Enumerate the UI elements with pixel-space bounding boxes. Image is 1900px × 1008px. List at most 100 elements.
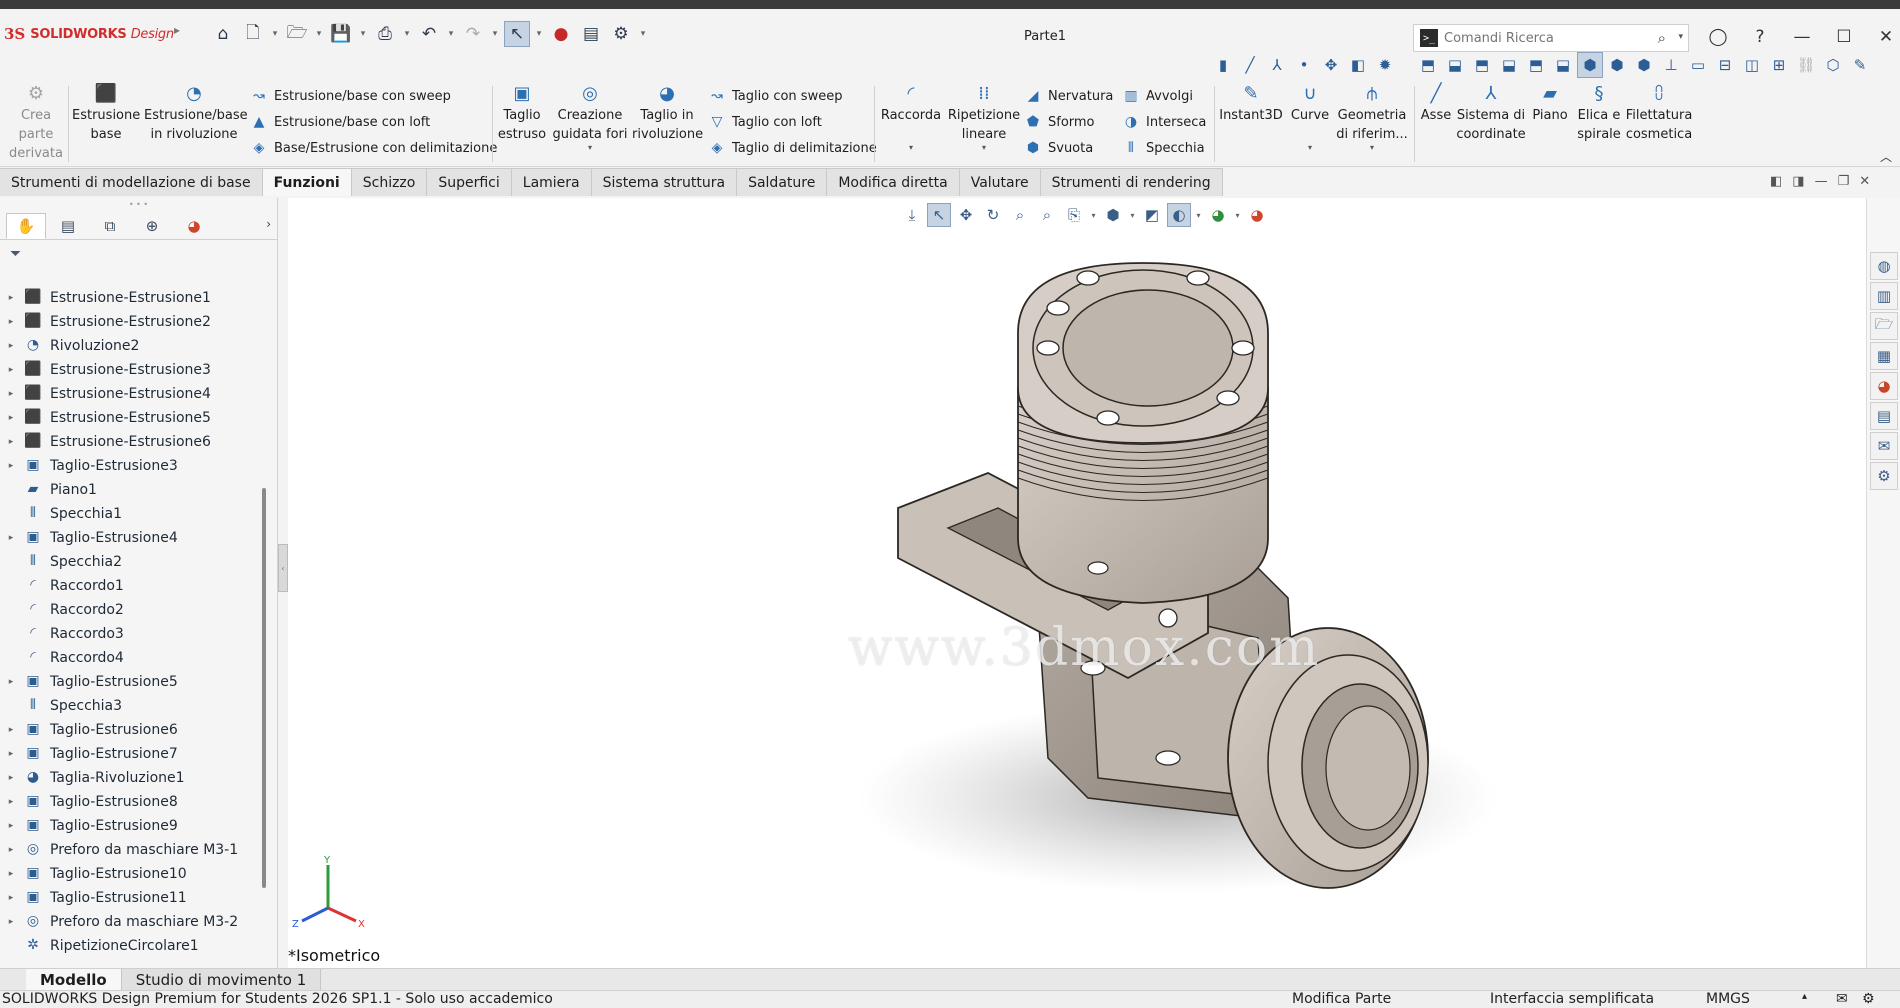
- filter-icon[interactable]: ⏷: [0, 240, 277, 268]
- tree-item[interactable]: ✲ RipetizioneCircolare1: [0, 934, 256, 958]
- view-isometric-icon[interactable]: ⬢: [1577, 52, 1603, 78]
- view-palette-icon[interactable]: ▦: [1870, 342, 1898, 370]
- tree-item[interactable]: ▸ ▣ Taglio-Estrusione3: [0, 454, 256, 478]
- expand-arrow-icon[interactable]: ▸: [0, 389, 22, 399]
- logo-menu-arrow-icon[interactable]: ▸: [174, 23, 180, 37]
- sketch-icon[interactable]: ▮: [1210, 52, 1236, 78]
- appearances-icon[interactable]: ◕: [1870, 372, 1898, 400]
- file-properties-icon[interactable]: ▤: [578, 21, 604, 47]
- raccorda-button[interactable]: ◜ Raccorda ▾: [878, 82, 944, 152]
- taglio-rivoluzione-button[interactable]: ◕ Taglio in rivoluzione: [632, 82, 703, 144]
- view-top-icon[interactable]: ⬒: [1523, 52, 1549, 78]
- add-ins-icon[interactable]: ⚙: [1870, 462, 1898, 490]
- sistema-coordinate-button[interactable]: ⅄ Sistema di coordinate: [1456, 82, 1526, 144]
- status-units[interactable]: MMGS: [1706, 991, 1750, 1007]
- customize-icon[interactable]: ✎: [1847, 52, 1873, 78]
- panel-more-icon[interactable]: ›: [266, 217, 271, 231]
- print-icon[interactable]: ⎙: [372, 21, 398, 47]
- display-style-dropdown-icon[interactable]: ▾: [1194, 203, 1203, 227]
- tab-strumenti-rendering[interactable]: Strumenti di rendering: [1040, 168, 1223, 196]
- command-search-box[interactable]: >_ ⌕ ▾: [1413, 24, 1689, 52]
- tree-item[interactable]: ▸ ▣ Taglio-Estrusione10: [0, 862, 256, 886]
- expand-arrow-icon[interactable]: ▸: [0, 869, 22, 879]
- specchia-button[interactable]: ⫴ Specchia: [1122, 137, 1205, 159]
- view-front-icon[interactable]: ⬒: [1415, 52, 1441, 78]
- view-orientation-icon[interactable]: ⬢: [1101, 203, 1125, 227]
- pan-icon[interactable]: ✥: [954, 203, 978, 227]
- view-trimetric-icon[interactable]: ⬢: [1604, 52, 1630, 78]
- minimize-icon[interactable]: —: [1784, 23, 1820, 51]
- zoom-area-icon[interactable]: ⌕: [1008, 203, 1032, 227]
- tab-lamiera[interactable]: Lamiera: [511, 168, 592, 196]
- appearance-dropdown-icon[interactable]: ▾: [1233, 203, 1242, 227]
- expand-arrow-icon[interactable]: ▸: [0, 437, 22, 447]
- estrusione-base-button[interactable]: ⬛ Estrusione base: [72, 82, 140, 144]
- property-manager-tab-icon[interactable]: ▤: [48, 213, 88, 239]
- bug-icon[interactable]: ✹: [1372, 52, 1398, 78]
- tree-item[interactable]: ⫴ Specchia3: [0, 694, 256, 718]
- search-icon[interactable]: ⌕: [1658, 29, 1666, 47]
- account-icon[interactable]: ◯: [1700, 23, 1736, 51]
- single-view-icon[interactable]: ▭: [1685, 52, 1711, 78]
- geometria-riferimento-button[interactable]: ⫛ Geometria di riferim... ▾: [1336, 82, 1408, 152]
- tree-item[interactable]: ▸ ▣ Taglio-Estrusione4: [0, 526, 256, 550]
- view-back-icon[interactable]: ⬓: [1442, 52, 1468, 78]
- dimxpert-manager-tab-icon[interactable]: ⊕: [132, 213, 172, 239]
- fillet-dropdown-icon[interactable]: ▾: [878, 144, 944, 152]
- expand-arrow-icon[interactable]: ▸: [0, 821, 22, 831]
- design-library-icon[interactable]: ▥: [1870, 282, 1898, 310]
- tab-studio-movimento[interactable]: Studio di movimento 1: [121, 969, 322, 991]
- filettatura-cosmetica-button[interactable]: ⩇ Filettatura cosmetica: [1624, 82, 1694, 144]
- instant3d-button[interactable]: ✎ Instant3D: [1218, 82, 1284, 125]
- tree-item[interactable]: ▸ ▣ Taglio-Estrusione8: [0, 790, 256, 814]
- rotate-icon[interactable]: ↻: [981, 203, 1005, 227]
- two-view-horizontal-icon[interactable]: ⊟: [1712, 52, 1738, 78]
- zoom-to-fit-icon[interactable]: ⤓: [900, 203, 924, 227]
- piano-button[interactable]: ▰ Piano: [1528, 82, 1572, 125]
- normal-to-icon[interactable]: ⊥: [1658, 52, 1684, 78]
- tree-item[interactable]: ▸ ▣ Taglio-Estrusione5: [0, 670, 256, 694]
- sformo-button[interactable]: ⬟ Sformo: [1024, 111, 1095, 133]
- nervatura-button[interactable]: ◢ Nervatura: [1024, 85, 1114, 107]
- undo-icon[interactable]: ↶: [416, 21, 442, 47]
- expand-arrow-icon[interactable]: ▸: [0, 797, 22, 807]
- maximize-icon[interactable]: ☐: [1826, 23, 1862, 51]
- view-bottom-icon[interactable]: ⬓: [1550, 52, 1576, 78]
- hole-wizard-dropdown-icon[interactable]: ▾: [552, 144, 628, 152]
- part-model-render[interactable]: [788, 238, 1508, 958]
- view-dimetric-icon[interactable]: ⬢: [1631, 52, 1657, 78]
- tree-item[interactable]: ◜ Raccordo1: [0, 574, 256, 598]
- curve-button[interactable]: ∪ Curve ▾: [1286, 82, 1334, 152]
- file-explorer-icon[interactable]: 🗁: [1870, 312, 1898, 340]
- tab-valutare[interactable]: Valutare: [959, 168, 1041, 196]
- home-icon[interactable]: ⌂: [210, 21, 236, 47]
- open-folder-icon[interactable]: 🗁: [284, 21, 310, 47]
- linear-pattern-dropdown-icon[interactable]: ▾: [946, 144, 1022, 152]
- status-units-arrow-icon[interactable]: ▴: [1802, 991, 1807, 1002]
- doc-restore-icon[interactable]: ❐: [1838, 174, 1850, 189]
- status-chat-icon[interactable]: ✉: [1836, 991, 1848, 1007]
- status-options-icon[interactable]: ⚙: [1862, 991, 1875, 1007]
- taglio-delimitazione-button[interactable]: ◈ Taglio di delimitazione: [708, 137, 877, 159]
- view-selector-icon[interactable]: ⬡: [1820, 52, 1846, 78]
- feature-manager-tab-icon[interactable]: ✋: [6, 212, 46, 239]
- tree-item[interactable]: ▸ ◎ Preforo da maschiare M3-2: [0, 910, 256, 934]
- tree-item[interactable]: ▸ ▣ Taglio-Estrusione7: [0, 742, 256, 766]
- creazione-guidata-fori-button[interactable]: ◎ Creazione guidata fori ▾: [552, 82, 628, 152]
- pane-right-icon[interactable]: ◨: [1792, 174, 1804, 189]
- svuota-button[interactable]: ⬢ Svuota: [1024, 137, 1093, 159]
- tab-superfici[interactable]: Superfici: [427, 168, 512, 196]
- axis-triad-icon[interactable]: ⅄: [1264, 52, 1290, 78]
- expand-arrow-icon[interactable]: ▸: [0, 533, 22, 543]
- redo-icon[interactable]: ↷: [460, 21, 486, 47]
- view-right-icon[interactable]: ⬓: [1496, 52, 1522, 78]
- tree-item[interactable]: ⫴ Specchia1: [0, 502, 256, 526]
- scene-icon[interactable]: ◕: [1245, 203, 1269, 227]
- expand-arrow-icon[interactable]: ▸: [0, 845, 22, 855]
- previous-view-icon[interactable]: ⎘: [1062, 203, 1086, 227]
- tree-item[interactable]: ▸ ▣ Taglio-Estrusione6: [0, 718, 256, 742]
- open-dropdown-icon[interactable]: ▾: [314, 21, 324, 47]
- expand-arrow-icon[interactable]: ▸: [0, 413, 22, 423]
- link-views-icon[interactable]: ⛓: [1793, 52, 1819, 78]
- appearance-icon[interactable]: ◕: [1206, 203, 1230, 227]
